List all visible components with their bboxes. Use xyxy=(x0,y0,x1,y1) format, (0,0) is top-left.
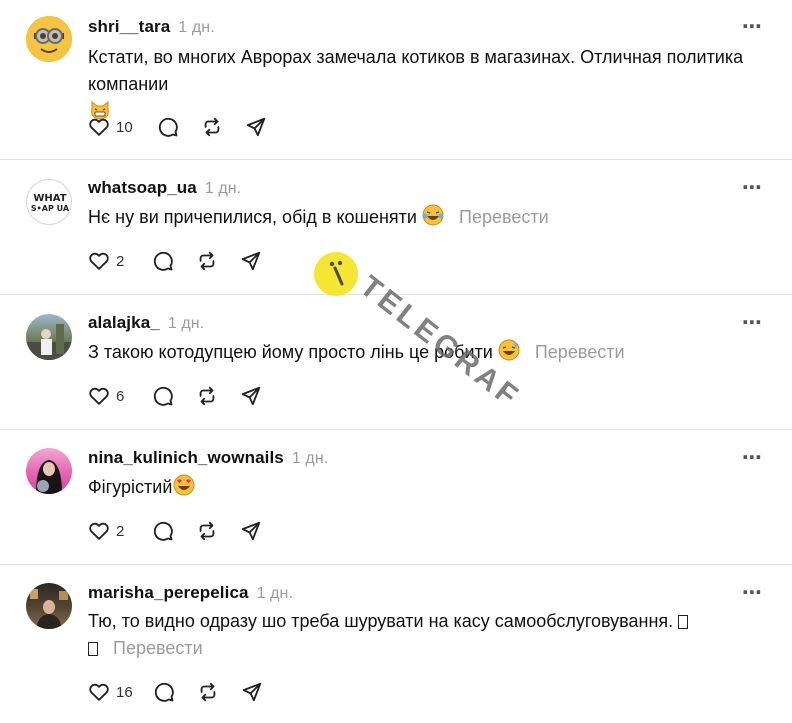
comment-icon xyxy=(154,682,174,702)
like-button[interactable]: 10 xyxy=(88,116,133,138)
more-options-icon[interactable]: ⋯ xyxy=(742,445,763,470)
repost-icon xyxy=(200,521,215,541)
comment-actions: 10 xyxy=(88,115,267,139)
avatar[interactable] xyxy=(26,16,72,62)
share-button[interactable] xyxy=(241,681,263,703)
like-button[interactable]: 6 xyxy=(88,385,124,407)
like-count: 16 xyxy=(116,683,133,701)
share-button[interactable] xyxy=(245,116,267,138)
repost-icon xyxy=(200,682,216,702)
comment-icon xyxy=(158,117,178,137)
timestamp: 1 дн. xyxy=(167,315,205,332)
avatar[interactable] xyxy=(26,583,72,629)
timestamp: 1 дн. xyxy=(291,450,329,467)
comment-icon xyxy=(154,386,174,406)
send-icon xyxy=(242,682,261,702)
translate-link[interactable]: Перевести xyxy=(535,342,625,362)
person-photo-icon xyxy=(30,589,68,629)
translate-link[interactable]: Перевести xyxy=(459,207,549,227)
like-button[interactable]: 2 xyxy=(88,520,124,542)
comment-text: Нє ну ви причепилися, обід в кошеняти Пе… xyxy=(88,204,778,234)
comment: shri__tara 1 дн. ⋯ Кстати, во многих Авро… xyxy=(0,0,792,159)
send-icon xyxy=(246,117,265,137)
share-button[interactable] xyxy=(240,385,262,407)
more-options-icon[interactable]: ⋯ xyxy=(742,175,763,200)
comment: alalajka_ 1 дн. ⋯ З такою котодупцею йому… xyxy=(0,295,792,429)
share-button[interactable] xyxy=(240,520,262,542)
timestamp: 1 дн. xyxy=(178,19,215,36)
repost-icon xyxy=(200,386,215,406)
like-count: 2 xyxy=(116,522,125,540)
username[interactable]: alalajka_ 1 дн. xyxy=(88,313,204,333)
heart-icon xyxy=(89,252,109,270)
repost-button[interactable] xyxy=(201,116,223,138)
comment: WHAT S•AP UA whatsoap_ua 1 дн. ⋯ Нє ну ви… xyxy=(0,160,792,294)
whatsoap-logo-icon: WHAT S•AP UA xyxy=(31,193,70,213)
reply-button[interactable] xyxy=(152,520,174,542)
like-count: 6 xyxy=(116,387,125,405)
comment-actions: 2 xyxy=(88,249,262,273)
svg-text:S•AP UA: S•AP UA xyxy=(31,204,70,213)
repost-button[interactable] xyxy=(196,250,218,272)
heart-icon xyxy=(89,118,109,136)
svg-text:WHAT: WHAT xyxy=(33,193,66,204)
more-options-icon[interactable]: ⋯ xyxy=(742,580,763,605)
repost-button[interactable] xyxy=(196,520,218,542)
username[interactable]: marisha_perepelica 1 дн. xyxy=(88,583,293,603)
more-options-icon[interactable]: ⋯ xyxy=(742,14,763,39)
comment-actions: 6 xyxy=(88,384,262,408)
username[interactable]: nina_kulinich_wownails 1 дн. xyxy=(88,448,328,468)
missing-glyph-icon xyxy=(88,642,98,656)
reply-button[interactable] xyxy=(153,681,175,703)
reply-button[interactable] xyxy=(152,385,174,407)
avatar[interactable]: WHAT S•AP UA xyxy=(26,179,72,225)
avatar[interactable] xyxy=(26,314,72,360)
avatar[interactable] xyxy=(26,448,72,494)
reply-button[interactable] xyxy=(157,116,179,138)
send-icon xyxy=(242,251,261,271)
comment-text: Фігурістий xyxy=(88,474,778,504)
more-options-icon[interactable]: ⋯ xyxy=(742,310,763,335)
comment: marisha_perepelica 1 дн. ⋯ Тю, то видно о… xyxy=(0,565,792,723)
like-button[interactable]: 2 xyxy=(88,250,124,272)
repost-icon xyxy=(200,251,215,271)
missing-glyph-icon xyxy=(678,615,689,629)
comment-text: З такою котодупцею йому просто лінь це р… xyxy=(88,339,778,369)
reply-button[interactable] xyxy=(152,250,174,272)
person-photo-icon xyxy=(26,324,72,360)
comment: nina_kulinich_wownails 1 дн. ⋯ Фігурістий… xyxy=(0,430,792,564)
like-count: 2 xyxy=(116,252,125,270)
comment-actions: 16 xyxy=(88,680,263,704)
send-icon xyxy=(242,521,261,541)
translate-link[interactable]: Перевести xyxy=(113,638,203,658)
repost-button[interactable] xyxy=(197,681,219,703)
timestamp: 1 дн. xyxy=(204,180,242,197)
heart-eyes-emoji-icon xyxy=(173,474,195,504)
share-button[interactable] xyxy=(240,250,262,272)
comment-icon xyxy=(154,521,174,541)
person-photo-icon xyxy=(36,460,62,494)
repost-icon xyxy=(204,117,220,137)
username[interactable]: shri__tara 1 дн. xyxy=(88,17,215,37)
minion-avatar-icon xyxy=(26,16,72,62)
heart-icon xyxy=(89,387,109,405)
heart-icon xyxy=(89,522,109,540)
comment-icon xyxy=(154,251,174,271)
comment-actions: 2 xyxy=(88,519,262,543)
sweat-smile-emoji-icon xyxy=(498,339,520,369)
send-icon xyxy=(242,386,261,406)
comment-text: Тю, то видно одразу шо треба шурувати на… xyxy=(88,608,778,662)
username[interactable]: whatsoap_ua 1 дн. xyxy=(88,178,241,198)
like-button[interactable]: 16 xyxy=(88,681,133,703)
laughing-tears-emoji-icon xyxy=(422,204,444,234)
heart-icon xyxy=(89,683,109,701)
timestamp: 1 дн. xyxy=(256,585,294,602)
like-count: 10 xyxy=(116,118,133,136)
repost-button[interactable] xyxy=(196,385,218,407)
